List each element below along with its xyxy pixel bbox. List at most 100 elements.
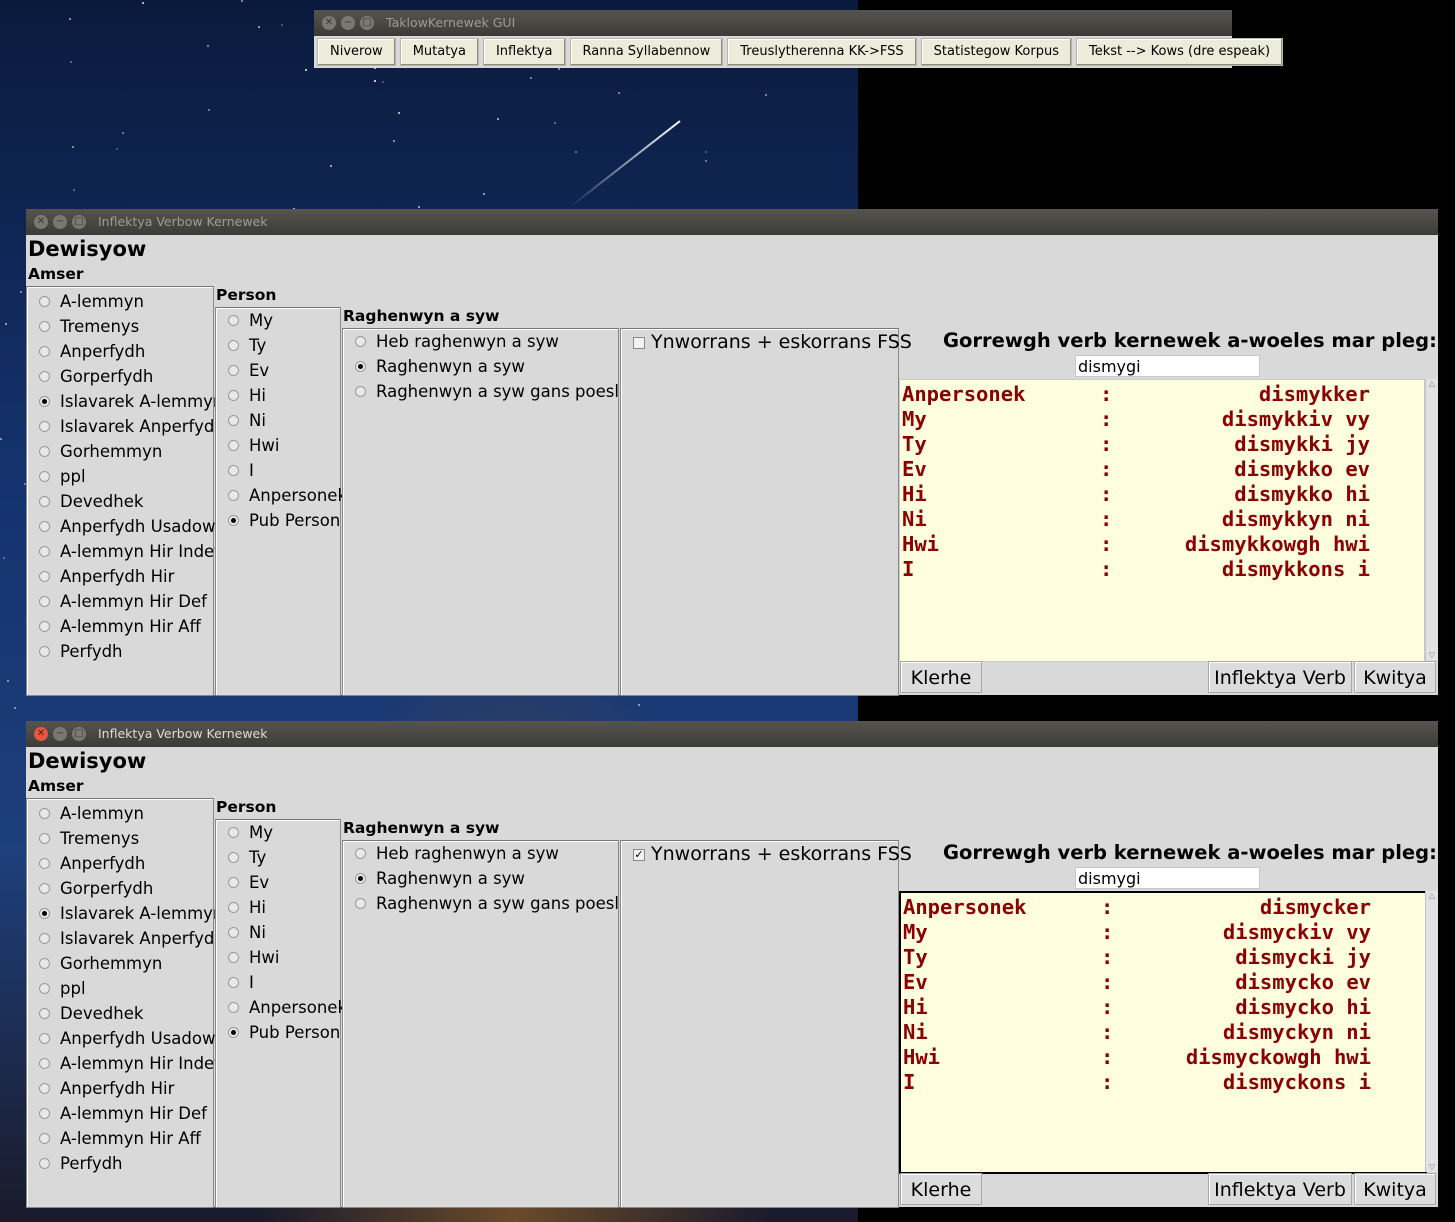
radio-button-icon[interactable] bbox=[228, 440, 239, 451]
clear-button[interactable]: Klerhe bbox=[900, 1173, 982, 1205]
output-scrollbar[interactable]: △ ▽ bbox=[1425, 891, 1438, 1172]
radio-button-icon[interactable] bbox=[355, 336, 366, 347]
maximize-icon[interactable]: □ bbox=[72, 727, 86, 741]
radio-button-icon[interactable] bbox=[228, 877, 239, 888]
radio-button-icon[interactable] bbox=[228, 1002, 239, 1013]
radio-button-icon[interactable] bbox=[39, 1033, 50, 1044]
tool-button[interactable]: Statistegow Korpus bbox=[920, 38, 1072, 66]
radio-button-icon[interactable] bbox=[39, 933, 50, 944]
radio-button-icon[interactable] bbox=[39, 983, 50, 994]
output-text-area[interactable]: Anpersonek: dismycker My: dismyckiv vy Ty: di… bbox=[899, 891, 1427, 1174]
radio-label: Hwi bbox=[249, 436, 280, 455]
minimize-icon[interactable]: − bbox=[53, 215, 67, 229]
radio-button-icon[interactable] bbox=[228, 340, 239, 351]
inflect-verb-button[interactable]: Inflektya Verb bbox=[1208, 1173, 1352, 1205]
radio-button-icon[interactable] bbox=[39, 621, 50, 632]
output-row: I: dismykkons i bbox=[902, 557, 1370, 582]
scroll-up-icon[interactable]: △ bbox=[1427, 379, 1437, 389]
radio-button-icon[interactable] bbox=[39, 883, 50, 894]
verb-input[interactable]: dismygi bbox=[1075, 355, 1260, 377]
minimize-icon[interactable]: − bbox=[53, 727, 67, 741]
output-separator: : bbox=[1100, 507, 1113, 531]
tool-button[interactable]: Treuslytherenna KK->FSS bbox=[727, 38, 917, 66]
maximize-icon[interactable]: □ bbox=[360, 16, 374, 30]
radio-button-icon[interactable] bbox=[39, 346, 50, 357]
output-text-area[interactable]: Anpersonek: dismykker My: dismykkiv vy Ty: di… bbox=[899, 379, 1425, 662]
radio-button-icon[interactable] bbox=[355, 873, 366, 884]
radio-button-icon[interactable] bbox=[39, 1108, 50, 1119]
radio-button-icon[interactable] bbox=[39, 1158, 50, 1169]
radio-button-icon[interactable] bbox=[228, 827, 239, 838]
radio-button-icon[interactable] bbox=[39, 1133, 50, 1144]
inflect-verb-button[interactable]: Inflektya Verb bbox=[1208, 661, 1352, 693]
radio-button-icon[interactable] bbox=[39, 421, 50, 432]
radio-button-icon[interactable] bbox=[39, 833, 50, 844]
radio-button-icon[interactable] bbox=[228, 952, 239, 963]
output-separator: : bbox=[1100, 532, 1113, 556]
radio-button-icon[interactable] bbox=[39, 471, 50, 482]
fss-checkbox[interactable]: ✓ bbox=[633, 849, 645, 861]
radio-button-icon[interactable] bbox=[355, 361, 366, 372]
amser-label: Amser bbox=[28, 265, 84, 283]
radio-button-icon[interactable] bbox=[39, 1058, 50, 1069]
scroll-down-icon[interactable]: ▽ bbox=[1427, 1162, 1437, 1172]
radio-button-icon[interactable] bbox=[228, 515, 239, 526]
tool-button[interactable]: Inflektya bbox=[482, 38, 566, 66]
star-dot bbox=[393, 140, 395, 142]
window-title: TaklowKernewek GUI bbox=[386, 15, 516, 30]
radio-button-icon[interactable] bbox=[39, 546, 50, 557]
scroll-down-icon[interactable]: ▽ bbox=[1427, 650, 1437, 660]
radio-label: Hwi bbox=[249, 948, 280, 967]
radio-button-icon[interactable] bbox=[39, 496, 50, 507]
clear-button[interactable]: Klerhe bbox=[900, 661, 982, 693]
verb-input[interactable]: dismygi bbox=[1075, 867, 1260, 889]
quit-button[interactable]: Kwitya bbox=[1354, 1173, 1436, 1205]
radio-button-icon[interactable] bbox=[39, 958, 50, 969]
quit-button[interactable]: Kwitya bbox=[1354, 661, 1436, 693]
radio-button-icon[interactable] bbox=[39, 371, 50, 382]
radio-button-icon[interactable] bbox=[39, 321, 50, 332]
radio-button-icon[interactable] bbox=[39, 446, 50, 457]
tool-button[interactable]: Niverow bbox=[317, 38, 396, 66]
close-icon[interactable]: ✕ bbox=[34, 215, 48, 229]
tool-button[interactable]: Tekst --> Kows (dre espeak) bbox=[1075, 38, 1284, 66]
radio-button-icon[interactable] bbox=[355, 898, 366, 909]
radio-button-icon[interactable] bbox=[39, 396, 50, 407]
radio-button-icon[interactable] bbox=[355, 848, 366, 859]
scroll-up-icon[interactable]: △ bbox=[1427, 891, 1437, 901]
fss-checkbox[interactable] bbox=[633, 337, 645, 349]
radio-button-icon[interactable] bbox=[39, 646, 50, 657]
radio-button-icon[interactable] bbox=[228, 1027, 239, 1038]
radio-button-icon[interactable] bbox=[228, 927, 239, 938]
close-icon[interactable]: ✕ bbox=[322, 16, 336, 30]
radio-button-icon[interactable] bbox=[228, 465, 239, 476]
radio-button-icon[interactable] bbox=[39, 1008, 50, 1019]
radio-button-icon[interactable] bbox=[39, 521, 50, 532]
radio-button-icon[interactable] bbox=[228, 390, 239, 401]
radio-button-icon[interactable] bbox=[228, 415, 239, 426]
output-form: dismykko ev bbox=[1234, 457, 1370, 481]
radio-button-icon[interactable] bbox=[39, 908, 50, 919]
radio-label: Ty bbox=[249, 848, 267, 867]
tool-button[interactable]: Ranna Syllabennow bbox=[569, 38, 724, 66]
radio-button-icon[interactable] bbox=[228, 977, 239, 988]
radio-button-icon[interactable] bbox=[39, 1083, 50, 1094]
output-form: dismycker bbox=[1259, 895, 1371, 919]
radio-button-icon[interactable] bbox=[228, 902, 239, 913]
radio-button-icon[interactable] bbox=[355, 386, 366, 397]
minimize-icon[interactable]: − bbox=[341, 16, 355, 30]
radio-label: Anperfydh Usadow bbox=[60, 1029, 216, 1048]
radio-button-icon[interactable] bbox=[228, 852, 239, 863]
radio-button-icon[interactable] bbox=[39, 858, 50, 869]
output-scrollbar[interactable]: △ ▽ bbox=[1425, 379, 1438, 660]
radio-button-icon[interactable] bbox=[228, 315, 239, 326]
radio-button-icon[interactable] bbox=[39, 596, 50, 607]
close-icon[interactable]: ✕ bbox=[34, 727, 48, 741]
maximize-icon[interactable]: □ bbox=[72, 215, 86, 229]
radio-button-icon[interactable] bbox=[39, 808, 50, 819]
radio-button-icon[interactable] bbox=[228, 490, 239, 501]
tool-button[interactable]: Mutatya bbox=[399, 38, 479, 66]
radio-button-icon[interactable] bbox=[39, 571, 50, 582]
radio-button-icon[interactable] bbox=[228, 365, 239, 376]
radio-button-icon[interactable] bbox=[39, 296, 50, 307]
